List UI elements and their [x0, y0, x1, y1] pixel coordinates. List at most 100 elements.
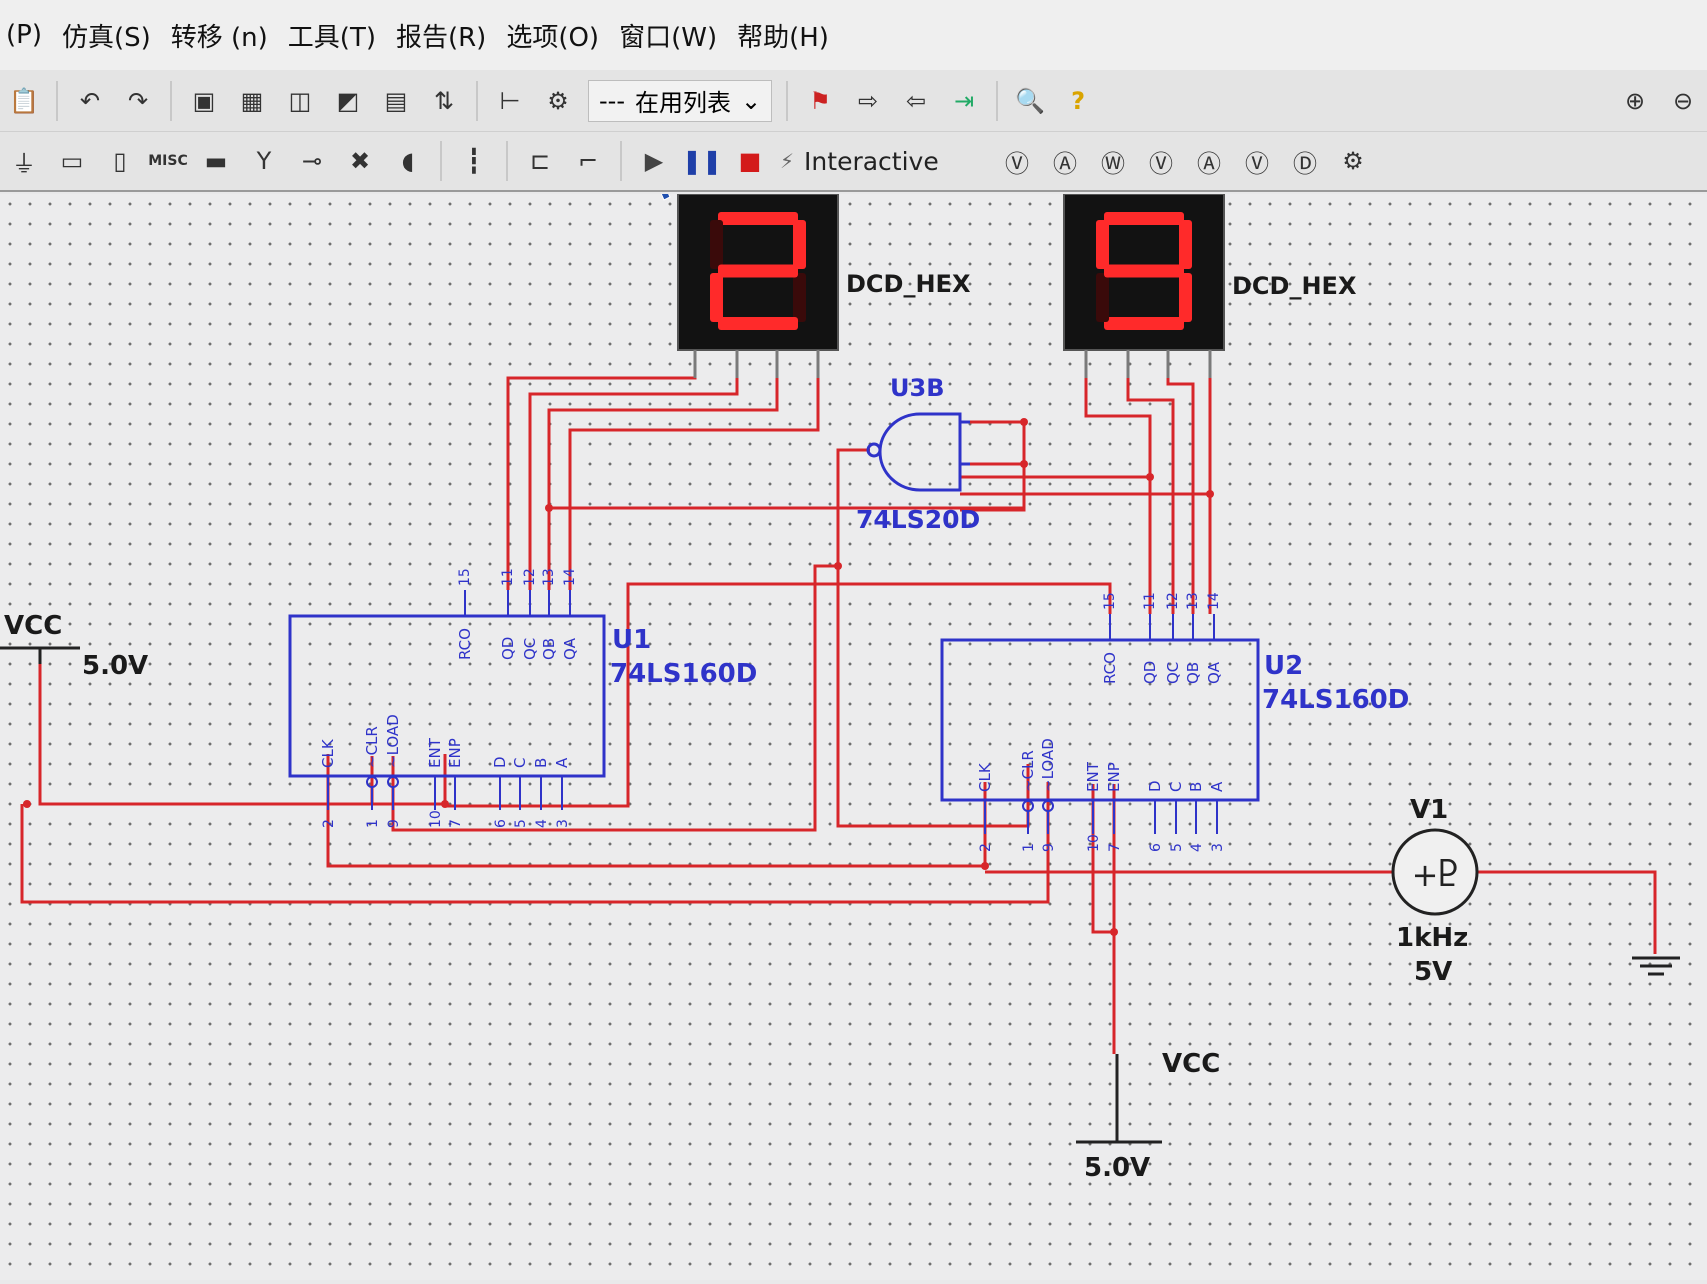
backannotate-icon[interactable]: ⇦ — [896, 81, 936, 121]
transfer-ultiboard-icon[interactable]: ⇨ — [848, 81, 888, 121]
segment-a — [718, 212, 798, 225]
voltmeter-icon[interactable]: Ⓥ — [997, 141, 1037, 181]
gate-part: 74LS20D — [856, 505, 980, 534]
forward-annotate-icon[interactable]: ⇥ — [944, 81, 984, 121]
probe-settings-icon[interactable]: ⚙ — [1333, 141, 1373, 181]
component-toolbar: ⏚ ▭ ▯ MISC ▬ Y ⊸ ✖ ◖ ┇ ⊏ ⌐ ▶ ❚❚ ■ ⚡ Inte… — [0, 132, 1707, 192]
menu-place[interactable]: (P) — [6, 20, 42, 50]
gate-ref: U3B — [890, 374, 944, 402]
simulation-mode-label[interactable]: Interactive — [804, 147, 939, 176]
menu-simulate[interactable]: 仿真(S) — [62, 17, 151, 54]
mixed-component-icon[interactable]: ▬ — [196, 141, 236, 181]
counter-u2[interactable]: 15 RCO 11 QD 12 QC 13 QB 14 QA 2 CLK 1 ~CLR 9 ~LOAD 10 EN… — [940, 592, 1260, 852]
pin-label: ~CLR — [363, 726, 381, 768]
segment-d — [718, 317, 798, 330]
menu-reports[interactable]: 报告(R) — [396, 17, 486, 54]
ammeter-icon[interactable]: Ⓐ — [1045, 141, 1085, 181]
erc-icon[interactable]: ⚑ — [800, 81, 840, 121]
wire[interactable] — [1478, 870, 1657, 954]
pin-number: 5 — [1169, 843, 1185, 852]
hierarchy-icon[interactable]: ⊢ — [490, 81, 530, 121]
seven-segment-display-1[interactable] — [677, 193, 839, 378]
vcc-source-2[interactable] — [1076, 1054, 1162, 1144]
analysis-settings-icon[interactable]: ⚡ — [780, 149, 794, 173]
mcu-component-icon[interactable]: ✖ — [340, 141, 380, 181]
vcc-source-1[interactable] — [0, 646, 80, 664]
pin-number: 15 — [457, 568, 473, 586]
electromech-component-icon[interactable]: ⊸ — [292, 141, 332, 181]
place-connector-icon[interactable]: ⌐ — [568, 141, 608, 181]
menu-bar: (P) 仿真(S) 转移 (n) 工具(T) 报告(R) 选项(O) 窗口(W)… — [0, 0, 1707, 70]
grapher-icon[interactable]: ◩ — [328, 81, 368, 121]
probe-digital-icon[interactable]: Ⓓ — [1285, 141, 1325, 181]
junction-dot — [1110, 928, 1118, 936]
stop-simulation-icon[interactable]: ■ — [730, 141, 770, 181]
pin-number: 3 — [1210, 843, 1226, 852]
junction-dot — [441, 800, 449, 808]
probe-current-icon[interactable]: Ⓐ — [1189, 141, 1229, 181]
menu-tools[interactable]: 工具(T) — [288, 17, 376, 54]
segment-g — [718, 264, 798, 278]
junction-dot — [1020, 460, 1028, 468]
place-bus-icon[interactable]: ┇ — [454, 141, 494, 181]
zoom-in-icon[interactable]: ⊕ — [1615, 81, 1655, 121]
database-icon[interactable]: ▤ — [376, 81, 416, 121]
wire[interactable] — [391, 564, 838, 832]
display-pins — [693, 350, 820, 378]
place-hier-block-icon[interactable]: ⊏ — [520, 141, 560, 181]
wattmeter-icon[interactable]: Ⓦ — [1093, 141, 1133, 181]
u2-ref: U2 — [1264, 651, 1303, 681]
wire[interactable] — [1084, 350, 1152, 614]
pause-simulation-icon[interactable]: ❚❚ — [682, 141, 722, 181]
segment-e — [1096, 273, 1109, 322]
component-wizard-icon[interactable]: ⇅ — [424, 81, 464, 121]
pin-number: 6 — [1148, 843, 1164, 852]
design-toolbox-icon[interactable]: ▣ — [184, 81, 224, 121]
in-use-list-dropdown[interactable]: --- 在用列表 ⌄ — [588, 79, 773, 122]
help-icon[interactable]: ? — [1058, 81, 1098, 121]
ground-symbol[interactable] — [1632, 956, 1680, 976]
wire[interactable] — [1091, 784, 1116, 934]
basic-component-icon[interactable]: ▭ — [52, 141, 92, 181]
seven-segment-display-2[interactable] — [1063, 193, 1225, 378]
toolbar-separator — [786, 80, 789, 121]
wire[interactable] — [506, 350, 697, 590]
wire[interactable] — [547, 350, 779, 590]
zoom-out-icon[interactable]: ⊖ — [1663, 81, 1703, 121]
u1-part: 74LS160D — [610, 659, 757, 689]
pin-number: 10 — [1086, 834, 1102, 852]
find-examples-icon[interactable]: 🔍 — [1010, 81, 1050, 121]
misc-component-icon[interactable]: MISC — [148, 141, 188, 181]
menu-help[interactable]: 帮助(H) — [737, 17, 829, 54]
display1-label: DCD_HEX — [846, 270, 971, 298]
spice-netlist-icon[interactable]: ◫ — [280, 81, 320, 121]
probe-voltage-icon[interactable]: Ⓥ — [1141, 141, 1181, 181]
wire[interactable] — [568, 350, 820, 590]
diode-component-icon[interactable]: ▯ — [100, 141, 140, 181]
source-component-icon[interactable]: ⏚ — [4, 141, 44, 181]
wire[interactable] — [326, 754, 987, 868]
menu-options[interactable]: 选项(O) — [506, 17, 599, 54]
ladder-component-icon[interactable]: ◖ — [388, 141, 428, 181]
nand-gate-u3b[interactable] — [866, 412, 970, 492]
wire[interactable] — [20, 782, 1050, 904]
probe-reference-icon[interactable]: Ⓥ — [1237, 141, 1277, 181]
run-simulation-icon[interactable]: ▶ — [634, 141, 674, 181]
schematic-canvas[interactable]: DCD_HEX DCD_HEX U3B 74LS20D 15 RCO 11 QD 12 Q… — [0, 148, 1707, 1280]
redo-icon[interactable]: ↷ — [118, 81, 158, 121]
menu-transfer[interactable]: 转移 (n) — [171, 17, 268, 54]
spreadsheet-icon[interactable]: ▦ — [232, 81, 272, 121]
paste-icon[interactable]: 📋 — [4, 81, 44, 121]
undo-icon[interactable]: ↶ — [70, 81, 110, 121]
antenna-component-icon[interactable]: Y — [244, 141, 284, 181]
segment-f — [710, 220, 723, 269]
wire[interactable] — [528, 350, 739, 590]
wire[interactable] — [960, 420, 1026, 512]
menu-window[interactable]: 窗口(W) — [619, 17, 717, 54]
toolbar-separator — [620, 141, 622, 181]
replace-component-icon[interactable]: ⚙ — [538, 81, 578, 121]
pin-number: 10 — [428, 810, 444, 828]
counter-u1[interactable]: 15 RCO 11 QD 12 QC 13 QB 14 QA 2 CLK 1 ~CLR 9 ~LOAD 10 EN… — [288, 568, 606, 828]
clock-source-v1[interactable]: +Ⴒ — [1391, 828, 1479, 916]
pin-label: C — [511, 758, 529, 768]
